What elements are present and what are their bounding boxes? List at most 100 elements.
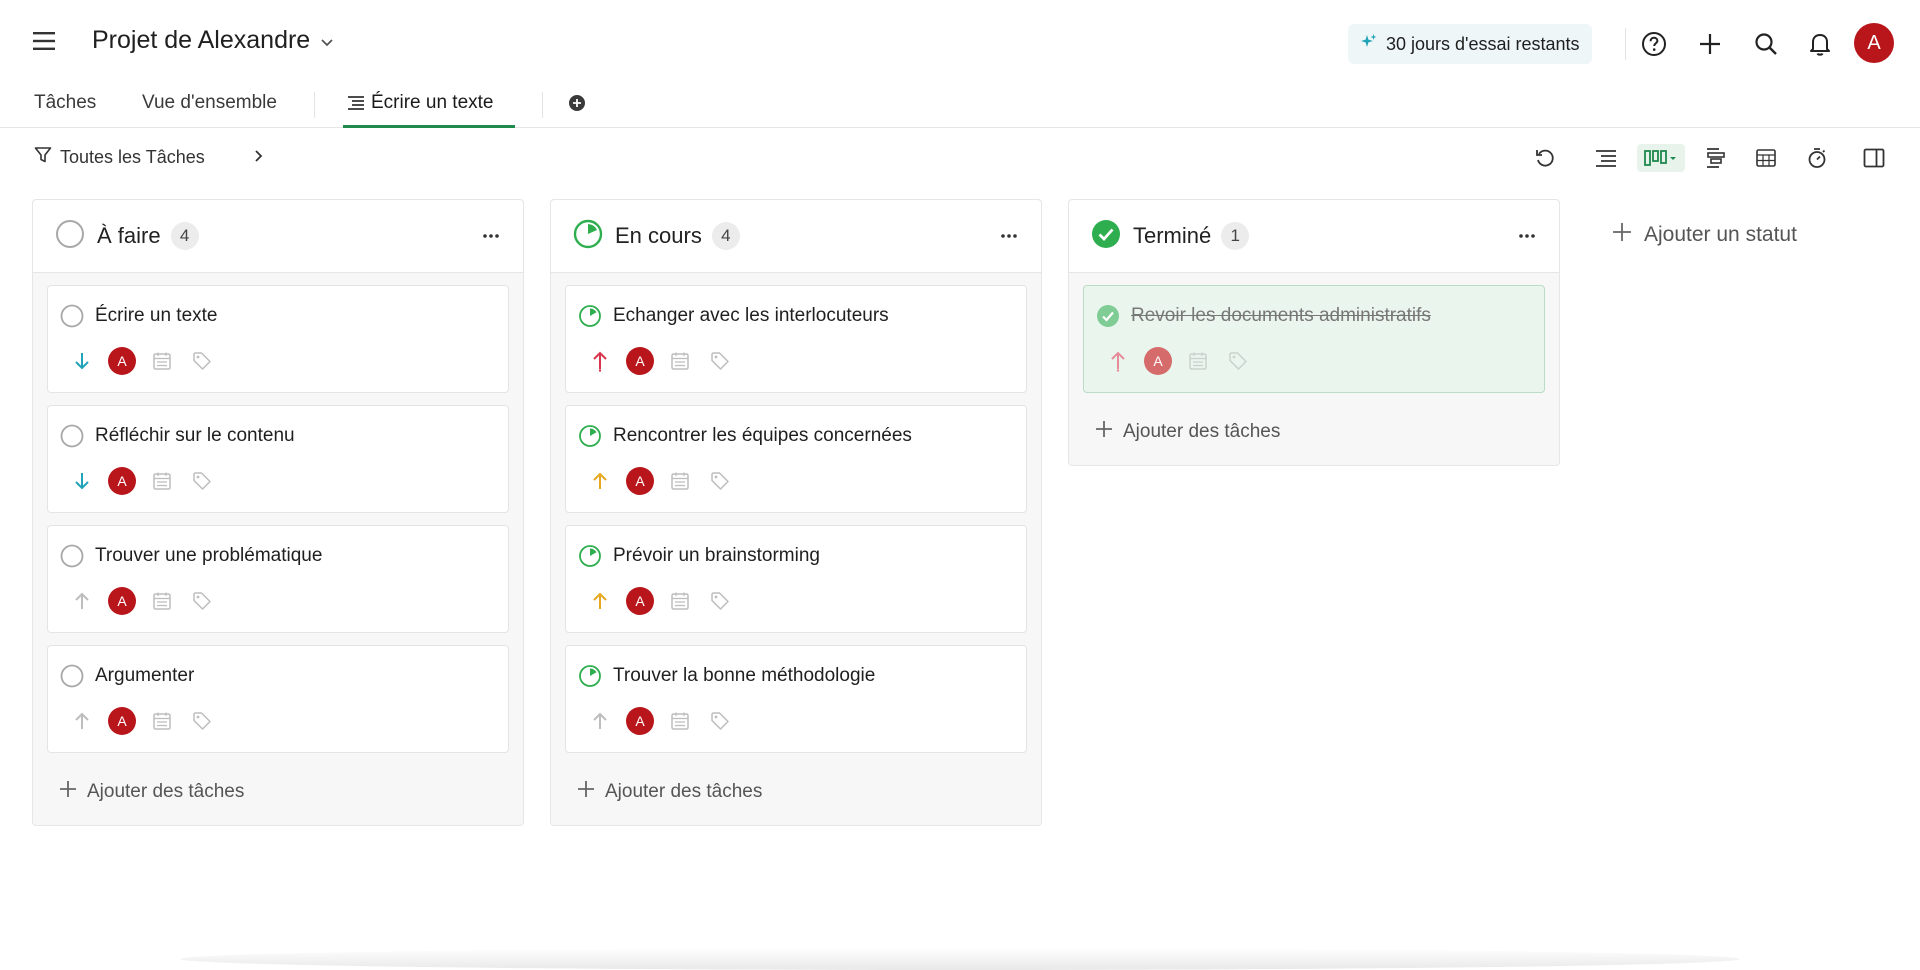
help-icon[interactable] bbox=[1640, 30, 1668, 58]
task-in-progress-icon[interactable] bbox=[578, 304, 602, 328]
filter-button[interactable]: Toutes les Tâches bbox=[34, 146, 263, 169]
plus-icon[interactable] bbox=[1696, 30, 1724, 58]
task-title: Argumenter bbox=[95, 665, 195, 686]
tab-ecrire-un-texte[interactable]: Écrire un texte bbox=[343, 92, 515, 128]
avatar-initial: A bbox=[626, 587, 654, 615]
tag-icon[interactable] bbox=[182, 706, 222, 736]
plus-icon bbox=[1612, 222, 1632, 248]
priority-high-icon[interactable] bbox=[1098, 346, 1138, 376]
tag-icon[interactable] bbox=[700, 706, 740, 736]
calendar-icon[interactable] bbox=[142, 346, 182, 376]
undo-icon[interactable] bbox=[1530, 144, 1560, 172]
list-view-icon[interactable] bbox=[1591, 144, 1621, 172]
task-meta: A bbox=[580, 346, 740, 376]
calendar-icon[interactable] bbox=[660, 466, 700, 496]
trial-badge[interactable]: 30 jours d'essai restants bbox=[1348, 24, 1592, 64]
menu-icon[interactable] bbox=[33, 31, 57, 51]
timer-icon[interactable] bbox=[1802, 144, 1832, 172]
side-panel-icon[interactable] bbox=[1859, 144, 1889, 172]
tag-icon[interactable] bbox=[700, 466, 740, 496]
assignee-avatar[interactable]: A bbox=[620, 706, 660, 736]
more-options-icon[interactable] bbox=[995, 222, 1023, 250]
calendar-icon[interactable] bbox=[142, 706, 182, 736]
more-options-icon[interactable] bbox=[477, 222, 505, 250]
tag-icon[interactable] bbox=[182, 466, 222, 496]
task-checkbox-icon[interactable] bbox=[60, 664, 84, 688]
assignee-avatar[interactable]: A bbox=[102, 466, 142, 496]
priority-low-icon[interactable] bbox=[62, 466, 102, 496]
assignee-avatar[interactable]: A bbox=[102, 586, 142, 616]
task-in-progress-icon[interactable] bbox=[578, 544, 602, 568]
calendar-icon[interactable] bbox=[1178, 346, 1218, 376]
column-en-cours: En cours 4 Echanger avec les interlocute… bbox=[550, 199, 1042, 826]
add-task-label: Ajouter des tâches bbox=[1123, 421, 1281, 442]
calendar-icon[interactable] bbox=[660, 346, 700, 376]
task-title: Écrire un texte bbox=[95, 305, 218, 326]
assignee-avatar[interactable]: A bbox=[1138, 346, 1178, 376]
more-options-icon[interactable] bbox=[1513, 222, 1541, 250]
priority-none-icon[interactable] bbox=[62, 586, 102, 616]
task-checkbox-icon[interactable] bbox=[60, 304, 84, 328]
add-task-button[interactable]: Ajouter des tâches bbox=[47, 765, 509, 819]
column-header: À faire 4 bbox=[33, 200, 523, 273]
avatar-initial: A bbox=[108, 467, 136, 495]
bell-icon[interactable] bbox=[1806, 30, 1834, 58]
timeline-view-icon[interactable] bbox=[1701, 144, 1731, 172]
user-avatar[interactable]: A bbox=[1854, 23, 1894, 63]
calendar-view-icon[interactable] bbox=[1751, 144, 1781, 172]
add-view-button[interactable] bbox=[568, 94, 586, 130]
task-in-progress-icon[interactable] bbox=[578, 424, 602, 448]
priority-low-icon[interactable] bbox=[62, 346, 102, 376]
assignee-avatar[interactable]: A bbox=[620, 466, 660, 496]
task-card[interactable]: Rencontrer les équipes concernées A bbox=[565, 405, 1027, 513]
task-card[interactable]: Revoir les documents administratifs A bbox=[1083, 285, 1545, 393]
chevron-down-icon bbox=[320, 26, 334, 55]
priority-medium-icon[interactable] bbox=[580, 586, 620, 616]
add-status-button[interactable]: Ajouter un statut bbox=[1612, 222, 1797, 248]
task-card[interactable]: Argumenter A bbox=[47, 645, 509, 753]
tab-vue-ensemble[interactable]: Vue d'ensemble bbox=[142, 92, 277, 128]
task-done-icon[interactable] bbox=[1096, 304, 1120, 328]
card-list: Écrire un texte A Réfléchir sur le conte… bbox=[33, 273, 523, 819]
priority-none-icon[interactable] bbox=[62, 706, 102, 736]
task-card[interactable]: Écrire un texte A bbox=[47, 285, 509, 393]
tag-icon[interactable] bbox=[700, 586, 740, 616]
assignee-avatar[interactable]: A bbox=[620, 586, 660, 616]
project-title: Projet de Alexandre bbox=[92, 26, 311, 54]
task-checkbox-icon[interactable] bbox=[60, 424, 84, 448]
plus-circle-icon bbox=[568, 94, 586, 118]
tag-icon[interactable] bbox=[700, 346, 740, 376]
view-tabs: Tâches Vue d'ensemble Écrire un texte bbox=[0, 86, 1920, 128]
sparkle-icon bbox=[1360, 33, 1378, 56]
tag-icon[interactable] bbox=[182, 586, 222, 616]
add-task-button[interactable]: Ajouter des tâches bbox=[1083, 405, 1545, 459]
priority-none-icon[interactable] bbox=[580, 706, 620, 736]
tag-icon[interactable] bbox=[1218, 346, 1258, 376]
assignee-avatar[interactable]: A bbox=[102, 706, 142, 736]
task-card[interactable]: Trouver la bonne méthodologie A bbox=[565, 645, 1027, 753]
calendar-icon[interactable] bbox=[660, 706, 700, 736]
add-task-button[interactable]: Ajouter des tâches bbox=[565, 765, 1027, 819]
calendar-icon[interactable] bbox=[660, 586, 700, 616]
priority-high-icon[interactable] bbox=[580, 346, 620, 376]
filter-icon bbox=[34, 146, 52, 169]
task-card[interactable]: Trouver une problématique A bbox=[47, 525, 509, 633]
calendar-icon[interactable] bbox=[142, 466, 182, 496]
tag-icon[interactable] bbox=[182, 346, 222, 376]
search-icon[interactable] bbox=[1752, 30, 1780, 58]
task-in-progress-icon[interactable] bbox=[578, 664, 602, 688]
task-meta: A bbox=[580, 706, 740, 736]
task-card[interactable]: Echanger avec les interlocuteurs A bbox=[565, 285, 1027, 393]
priority-medium-icon[interactable] bbox=[580, 466, 620, 496]
filter-label: Toutes les Tâches bbox=[60, 147, 205, 167]
task-card[interactable]: Réfléchir sur le contenu A bbox=[47, 405, 509, 513]
task-checkbox-icon[interactable] bbox=[60, 544, 84, 568]
board-view-icon[interactable] bbox=[1637, 144, 1685, 172]
tab-taches[interactable]: Tâches bbox=[34, 92, 96, 128]
assignee-avatar[interactable]: A bbox=[620, 346, 660, 376]
project-switcher[interactable]: Projet de Alexandre bbox=[92, 26, 334, 55]
calendar-icon[interactable] bbox=[142, 586, 182, 616]
column-termine: Terminé 1 Revoir les documents administr… bbox=[1068, 199, 1560, 466]
task-card[interactable]: Prévoir un brainstorming A bbox=[565, 525, 1027, 633]
assignee-avatar[interactable]: A bbox=[102, 346, 142, 376]
